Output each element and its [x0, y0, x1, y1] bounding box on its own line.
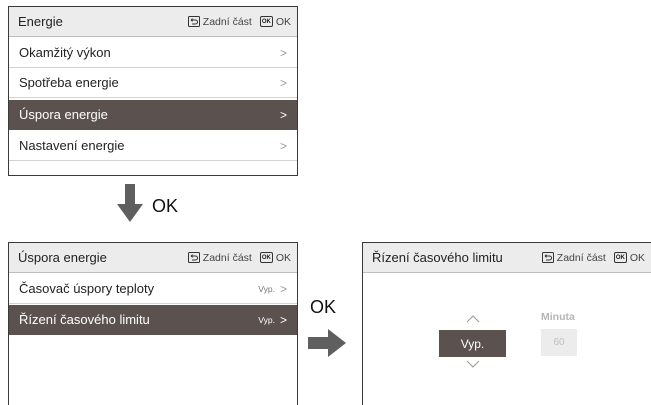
- menu-item-okamzity-vykon[interactable]: Okamžitý výkon >: [9, 38, 297, 68]
- screen-rizeni-casoveho-limitu: Řízení časového limitu Zadní část OK OK …: [362, 242, 651, 405]
- back-label[interactable]: Zadní část: [203, 16, 252, 28]
- screen-uspora-energie: Úspora energie Zadní část OK OK Časovač …: [8, 242, 298, 405]
- menu-item-nastaveni-energie[interactable]: Nastavení energie >: [9, 131, 297, 161]
- back-label[interactable]: Zadní část: [557, 252, 606, 264]
- menu-item-label: Nastavení energie: [19, 138, 125, 153]
- chevron-up-icon[interactable]: [466, 315, 480, 323]
- menu-item-uspora-energie[interactable]: Úspora energie >: [9, 100, 297, 130]
- minute-value-field: 60: [541, 329, 577, 356]
- arrow-down-icon: [117, 184, 143, 222]
- header-controls: Zadní část OK OK: [541, 252, 651, 264]
- chevron-right-icon: >: [279, 75, 287, 90]
- menu-item-spotreba-energie[interactable]: Spotřeba energie >: [9, 68, 297, 98]
- menu-item-label: Řízení časového limitu: [19, 312, 150, 327]
- screen-title: Řízení časového limitu: [372, 250, 503, 265]
- arrow-right-icon: [308, 329, 346, 357]
- chevron-right-icon: >: [279, 138, 287, 153]
- menu-item-label: Okamžitý výkon: [19, 45, 111, 60]
- chevron-right-icon: >: [279, 312, 287, 327]
- menu-item-rizeni-casoveho-limitu[interactable]: Řízení časového limitu Vyp. >: [9, 305, 297, 335]
- screen-header: Energie Zadní část OK OK: [9, 7, 297, 37]
- menu-item-value: Vyp.: [258, 283, 275, 294]
- screen-header: Úspora energie Zadní část OK OK: [9, 243, 297, 273]
- back-icon[interactable]: [187, 252, 200, 263]
- menu-item-label: Úspora energie: [19, 107, 108, 122]
- ok-label[interactable]: OK: [276, 252, 291, 264]
- screen-energie: Energie Zadní část OK OK Okamžitý výkon …: [8, 6, 298, 176]
- header-controls: Zadní část OK OK: [187, 16, 297, 28]
- screen-title: Úspora energie: [18, 250, 107, 265]
- ok-key-icon[interactable]: OK: [613, 252, 627, 263]
- minute-label: Minuta: [541, 311, 575, 323]
- chevron-down-icon[interactable]: [466, 360, 480, 368]
- time-limit-spinner-value[interactable]: Vyp.: [439, 330, 506, 357]
- screen-header: Řízení časového limitu Zadní část OK OK: [363, 243, 651, 273]
- transition-ok-label: OK: [310, 297, 337, 317]
- header-controls: Zadní část OK OK: [187, 252, 297, 264]
- back-icon[interactable]: [187, 16, 200, 27]
- ok-label[interactable]: OK: [630, 252, 645, 264]
- chevron-right-icon: >: [279, 107, 287, 122]
- back-label[interactable]: Zadní část: [203, 252, 252, 264]
- menu-item-value: Vyp.: [258, 314, 275, 325]
- ok-key-icon[interactable]: OK: [259, 16, 273, 27]
- screen-title: Energie: [18, 14, 63, 29]
- menu-item-label: Spotřeba energie: [19, 75, 119, 90]
- chevron-right-icon: >: [279, 281, 287, 296]
- ok-key-icon[interactable]: OK: [259, 252, 273, 263]
- ok-label[interactable]: OK: [276, 16, 291, 28]
- transition-ok-label: OK: [152, 196, 179, 216]
- chevron-right-icon: >: [279, 45, 287, 60]
- menu-item-casovac-uspory-teploty[interactable]: Časovač úspory teploty Vyp. >: [9, 274, 297, 304]
- menu-item-label: Časovač úspory teploty: [19, 281, 155, 296]
- back-icon[interactable]: [541, 252, 554, 263]
